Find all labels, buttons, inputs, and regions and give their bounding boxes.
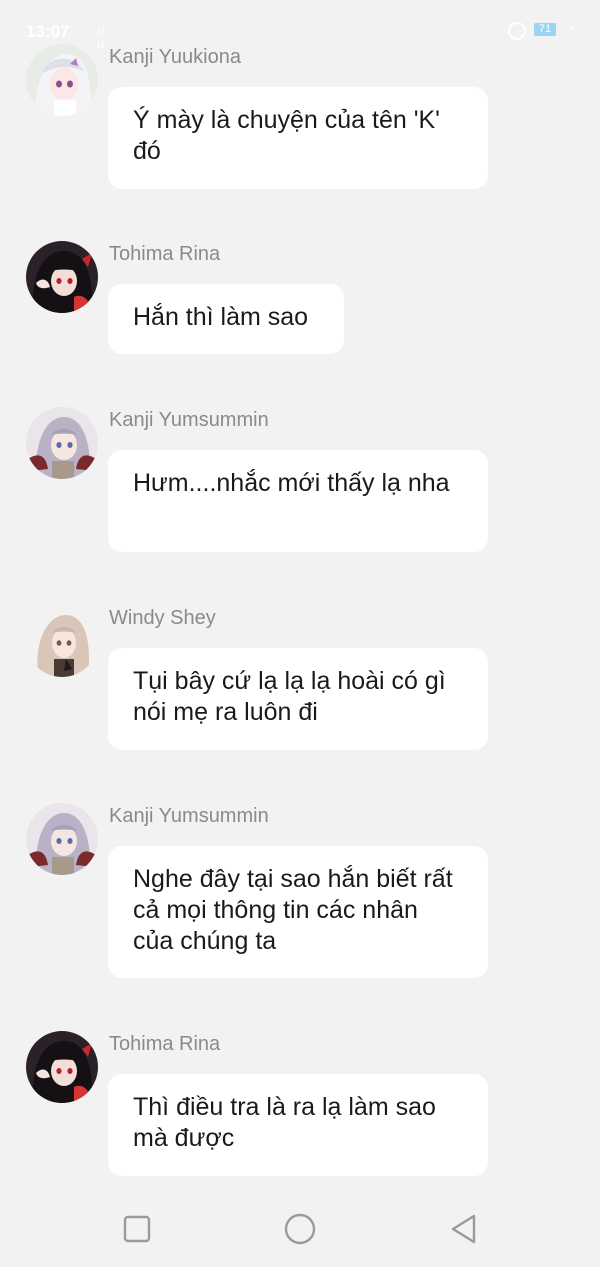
battery-level: 71	[538, 23, 552, 35]
back-button[interactable]	[447, 1212, 481, 1246]
sender-name: Tohima Rina	[109, 1033, 221, 1055]
signal-icon: ...ıl ...ıl	[84, 24, 106, 52]
silver-haired-girl-avatar[interactable]	[26, 407, 98, 479]
sender-name: Kanji Yuukiona	[109, 46, 241, 68]
sender-name: Windy Shey	[109, 607, 216, 629]
message-bubble[interactable]: Nghe đây tại sao hắn biết rất cả mọi thô…	[108, 846, 488, 978]
message-bubble[interactable]: Thì điều tra là ra lạ làm sao mà được	[108, 1074, 488, 1176]
message-text: Hưm....nhắc mới thấy lạ nha	[133, 469, 450, 497]
square-icon	[123, 1215, 151, 1243]
sender-name: Tohima Rina	[109, 243, 221, 265]
message-bubble[interactable]: Ý mày là chuyện của tên 'K' đó	[108, 87, 488, 189]
circle-icon	[284, 1213, 316, 1245]
chat-screen: 13:07 ...ıl ...ıl 71 ⚡ Kanji Yuukiona Ý …	[0, 0, 600, 1267]
dark-haired-girl-avatar[interactable]	[26, 241, 98, 313]
sender-name: Kanji Yumsummin	[109, 409, 269, 431]
battery-icon: 71	[534, 23, 556, 36]
message-text: Hắn thì làm sao	[133, 303, 309, 331]
navigation-bar	[0, 1190, 600, 1267]
status-bar: 13:07 ...ıl ...ıl 71 ⚡	[0, 0, 600, 58]
beige-haired-girl-avatar[interactable]	[26, 605, 98, 677]
sender-name: Kanji Yumsummin	[109, 805, 269, 827]
message-text: Ý mày là chuyện của tên 'K' đó	[133, 106, 440, 165]
message-bubble[interactable]: Hưm....nhắc mới thấy lạ nha	[108, 450, 488, 552]
message-text: Nghe đây tại sao hắn biết rất cả mọi thô…	[133, 865, 453, 955]
alarm-icon	[508, 22, 526, 40]
status-time: 13:07	[26, 22, 70, 41]
silver-haired-girl-avatar[interactable]	[26, 803, 98, 875]
recent-apps-button[interactable]	[120, 1212, 154, 1246]
charging-icon: ⚡	[568, 23, 576, 35]
dark-haired-girl-avatar[interactable]	[26, 1031, 98, 1103]
message-bubble[interactable]: Tụi bây cứ lạ lạ lạ hoài có gì nói mẹ ra…	[108, 648, 488, 750]
white-haired-girl-avatar[interactable]	[26, 44, 98, 116]
message-text: Tụi bây cứ lạ lạ lạ hoài có gì nói mẹ ra…	[133, 667, 446, 726]
home-button[interactable]	[283, 1212, 317, 1246]
triangle-back-icon	[451, 1214, 476, 1244]
message-bubble[interactable]: Hắn thì làm sao	[108, 284, 344, 354]
message-text: Thì điều tra là ra lạ làm sao mà được	[133, 1093, 436, 1152]
